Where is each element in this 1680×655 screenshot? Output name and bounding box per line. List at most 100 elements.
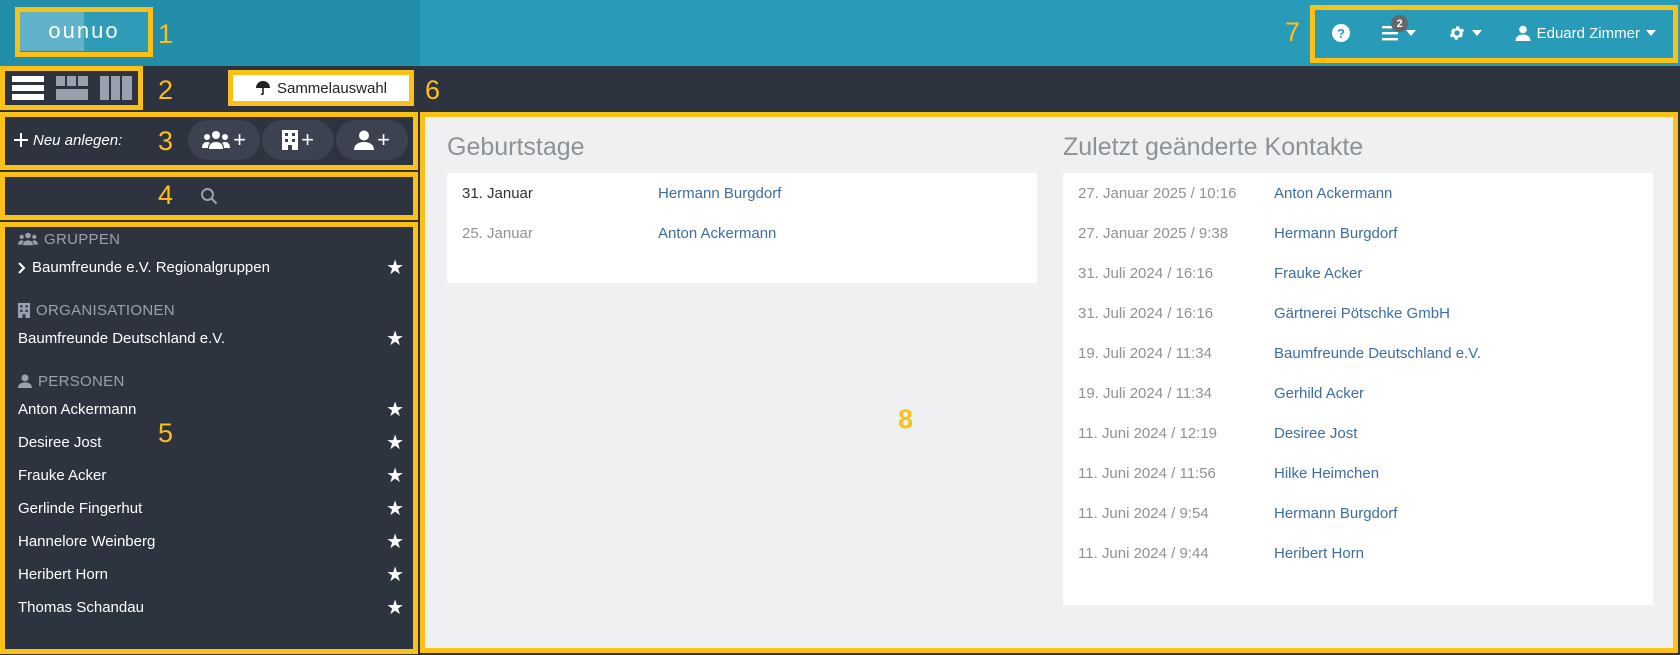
annotation-number-7: 7 [1285,17,1301,47]
person-item[interactable]: Hannelore Weinberg ★ [18,525,404,558]
annotation-number-4: 4 [158,180,174,210]
top-header: ounuo ? 2 Eduard Zimmer [0,0,1680,66]
recent-contact-row: 27. Januar 2025 / 10:16 Anton Ackermann [1078,173,1638,213]
add-organisation-button[interactable]: + [262,120,334,160]
users-group-icon [202,131,231,149]
person-item[interactable]: Gerlinde Fingerhut ★ [18,492,404,525]
chevron-down-icon [1472,30,1483,36]
contact-link[interactable]: Heribert Horn [1274,545,1364,562]
notifications-menu-button[interactable]: 2 [1382,15,1417,41]
person-item[interactable]: Frauke Acker ★ [18,459,404,492]
birthday-row: 25. Januar Anton Ackermann [462,213,1022,253]
person-item[interactable]: Thomas Schandau ★ [18,591,404,624]
recent-contact-row: 19. Juli 2024 / 11:34 Baumfreunde Deutsch… [1078,333,1638,373]
contact-link[interactable]: Hermann Burgdorf [1274,505,1397,522]
person-item[interactable]: Heribert Horn ★ [18,558,404,591]
person-item[interactable]: Anton Ackermann ★ [18,393,404,426]
gear-icon [1450,26,1465,40]
search-input[interactable] [4,174,414,218]
contacts-navigation: GRUPPEN Baumfreunde e.V. Regionalgruppen… [4,223,414,652]
help-button[interactable]: ? [1332,24,1350,42]
persons-section-header: PERSONEN [18,369,404,393]
star-icon[interactable]: ★ [386,565,404,585]
birthday-date: 31. Januar [462,184,533,202]
recent-contact-row: 31. Juli 2024 / 16:16 Gärtnerei Pötschke … [1078,293,1638,333]
person-item-label: Anton Ackermann [18,401,137,418]
contact-link[interactable]: Anton Ackermann [658,225,776,242]
contact-link[interactable]: Hilke Heimchen [1274,465,1379,482]
building-icon [18,302,30,318]
view-grid-icon[interactable] [56,76,88,100]
organisation-item-label: Baumfreunde Deutschland e.V. [18,330,226,347]
person-item-label: Hannelore Weinberg [18,533,156,550]
group-item-label: Baumfreunde e.V. Regionalgruppen [32,259,270,276]
umbrella-icon [255,81,270,96]
settings-menu-button[interactable] [1448,24,1483,42]
person-item[interactable]: Desiree Jost ★ [18,426,404,459]
recent-contact-date: 11. Juni 2024 / 9:54 [1078,504,1209,522]
contact-link[interactable]: Hermann Burgdorf [1274,225,1397,242]
star-icon[interactable]: ★ [386,598,404,618]
chevron-down-icon [1645,30,1656,36]
plus-icon [14,133,28,147]
contact-link[interactable]: Desiree Jost [1274,425,1357,442]
annotation-number-3: 3 [158,126,174,156]
organisation-item[interactable]: Baumfreunde Deutschland e.V. ★ [18,322,404,355]
app-logo[interactable]: ounuo [20,11,148,51]
annotation-number-2: 2 [158,75,174,105]
star-icon[interactable]: ★ [386,329,404,349]
contact-link[interactable]: Frauke Acker [1274,265,1362,282]
contact-link[interactable]: Baumfreunde Deutschland e.V. [1274,345,1481,362]
view-columns-icon[interactable] [100,76,132,100]
recent-contacts-card: 27. Januar 2025 / 10:16 Anton Ackermann 2… [1063,173,1653,605]
contact-link[interactable]: Gerhild Acker [1274,385,1364,402]
star-icon[interactable]: ★ [386,466,404,486]
groups-section-header: GRUPPEN [18,227,404,251]
chevron-right-icon [18,261,26,274]
star-icon[interactable]: ★ [386,499,404,519]
contact-link[interactable]: Gärtnerei Pötschke GmbH [1274,305,1450,322]
birthday-row: 31. Januar Hermann Burgdorf [462,173,1022,213]
search-icon [201,188,218,205]
birthdays-title: Geburtstage [447,133,585,161]
create-new-bar: Neu anlegen: + + + [4,114,414,166]
annotation-number-1: 1 [158,19,174,49]
recent-contact-row: 31. Juli 2024 / 16:16 Frauke Acker [1078,253,1638,293]
user-icon [354,130,375,150]
star-icon[interactable]: ★ [386,433,404,453]
add-person-button[interactable]: + [336,120,408,160]
groups-section-title: GRUPPEN [44,230,121,248]
user-name: Eduard Zimmer [1536,24,1640,42]
person-item-label: Gerlinde Fingerhut [18,500,143,517]
recent-contact-date: 11. Juni 2024 / 9:44 [1078,544,1209,562]
recent-contact-date: 19. Juli 2024 / 11:34 [1078,384,1212,402]
recent-contact-date: 31. Juli 2024 / 16:16 [1078,264,1214,282]
recent-contact-date: 27. Januar 2025 / 10:16 [1078,184,1237,202]
star-icon[interactable]: ★ [386,400,404,420]
person-item-label: Desiree Jost [18,434,102,451]
sammelauswahl-label: Sammelauswahl [276,79,388,97]
star-icon[interactable]: ★ [386,532,404,552]
recent-contact-row: 11. Juni 2024 / 9:54 Hermann Burgdorf [1078,493,1638,533]
recent-contact-date: 27. Januar 2025 / 9:38 [1078,224,1229,242]
recent-contact-date: 11. Juni 2024 / 11:56 [1078,464,1216,482]
star-icon[interactable]: ★ [386,258,404,278]
user-icon [18,374,32,388]
annotation-number-8: 8 [898,404,914,434]
recent-contact-date: 19. Juli 2024 / 11:34 [1078,344,1212,362]
view-rows-icon[interactable] [12,76,44,100]
annotation-number-5: 5 [158,418,174,448]
recent-contact-date: 11. Juni 2024 / 12:19 [1078,424,1217,442]
plus-icon: + [301,127,314,152]
add-group-button[interactable]: + [188,120,260,160]
user-menu-button[interactable]: Eduard Zimmer [1515,25,1656,42]
organisations-section-header: ORGANISATIONEN [18,298,404,322]
organisations-section-title: ORGANISATIONEN [36,301,175,319]
group-item[interactable]: Baumfreunde e.V. Regionalgruppen ★ [18,251,404,284]
contact-link[interactable]: Anton Ackermann [1274,185,1392,202]
contact-link[interactable]: Hermann Burgdorf [658,185,781,202]
recent-contact-row: 11. Juni 2024 / 11:56 Hilke Heimchen [1078,453,1638,493]
help-icon: ? [1332,24,1350,42]
sammelauswahl-button[interactable]: Sammelauswahl [228,70,414,106]
annotation-number-6: 6 [425,75,441,105]
